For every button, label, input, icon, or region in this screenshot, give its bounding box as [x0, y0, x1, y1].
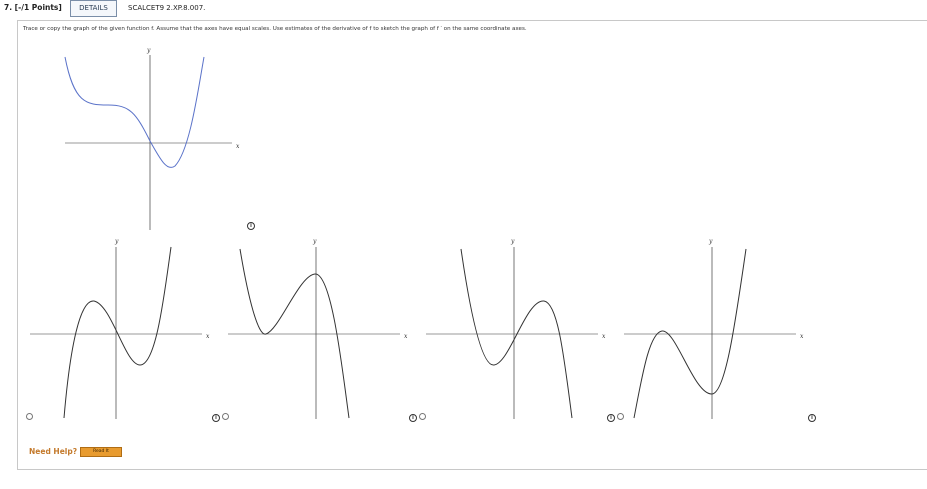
details-button[interactable]: DETAILS	[70, 0, 117, 17]
option-1-graph: x y	[30, 238, 210, 419]
option-3-radio[interactable]	[419, 413, 426, 420]
option-1-curve	[63, 246, 172, 419]
question-code: SCALCET9 2.XP.8.007.	[128, 4, 206, 12]
option-1-radio[interactable]	[26, 413, 33, 420]
option-3-graph: x y	[426, 238, 606, 419]
option-4-x-label: x	[800, 333, 804, 340]
option-2-info-icon[interactable]: i	[212, 414, 220, 422]
option-extra-info-icon[interactable]: i	[808, 414, 816, 422]
option-4-y-label: y	[708, 238, 713, 245]
option-2-graph: x y	[228, 238, 408, 419]
main-y-label: y	[146, 47, 151, 54]
option-3-info-icon[interactable]: i	[409, 414, 417, 422]
question-header: 7. [-/1 Points] DETAILS SCALCET9 2.XP.8.…	[0, 0, 927, 20]
main-x-label: x	[236, 143, 240, 150]
main-graph: x y	[64, 47, 240, 230]
option-1-x-label: x	[206, 333, 210, 340]
info-icon[interactable]: i	[247, 222, 255, 230]
instructions-text: Trace or copy the graph of the given fun…	[23, 26, 527, 32]
need-help-label: Need Help?	[29, 447, 78, 456]
option-2-radio[interactable]	[222, 413, 229, 420]
option-4-info-icon[interactable]: i	[607, 414, 615, 422]
question-number: 7. [-/1 Points]	[4, 3, 62, 12]
option-4-radio[interactable]	[617, 413, 624, 420]
option-2-x-label: x	[404, 333, 408, 340]
option-2-y-label: y	[312, 238, 317, 245]
read-it-button[interactable]: Read It	[80, 447, 122, 457]
main-function-curve	[64, 56, 205, 168]
option-1-y-label: y	[114, 238, 119, 245]
option-3-x-label: x	[602, 333, 606, 340]
option-4-graph: x y	[624, 238, 804, 419]
option-3-y-label: y	[510, 238, 515, 245]
